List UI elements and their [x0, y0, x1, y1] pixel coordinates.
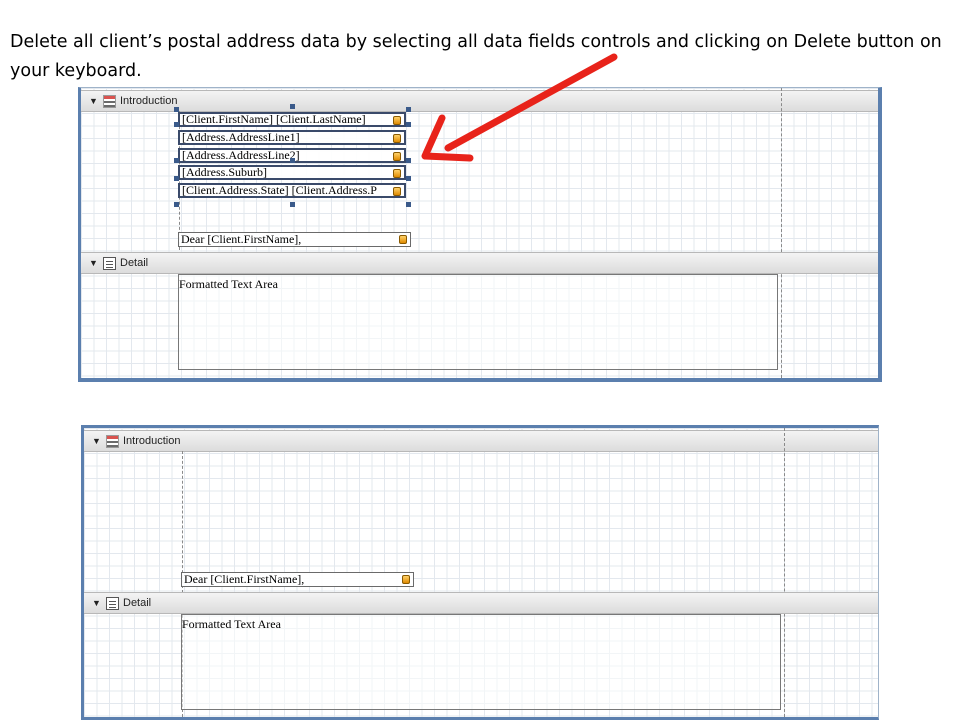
annotation-arrow	[421, 53, 618, 162]
arrow-shaft	[444, 53, 618, 152]
